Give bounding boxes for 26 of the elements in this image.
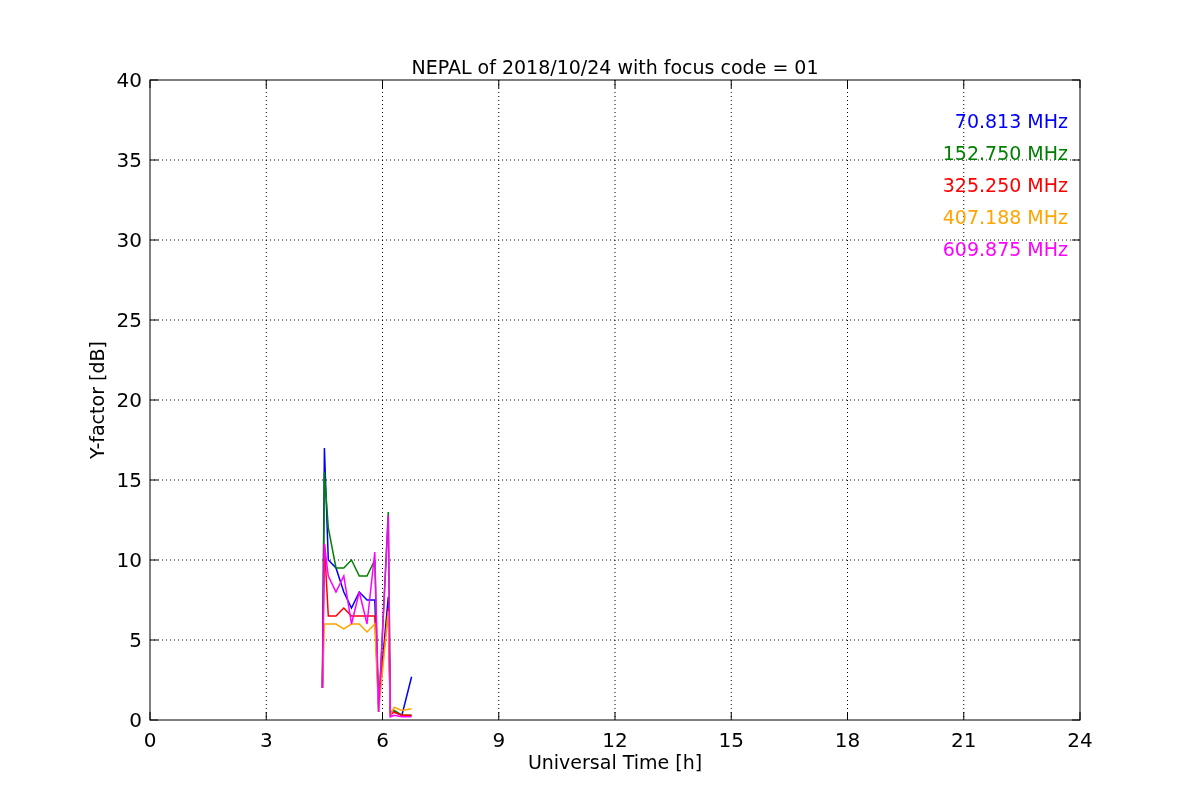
x-tick-label: 3 [259, 728, 273, 752]
y-tick-label: 30 [116, 228, 142, 252]
legend-label: 152.750 MHz [942, 142, 1068, 164]
y-tick-label: 15 [116, 468, 142, 492]
legend-label: 609.875 MHz [942, 238, 1068, 260]
legend-label: 70.813 MHz [954, 110, 1068, 132]
y-tick-label: 40 [116, 68, 142, 92]
x-tick-label: 12 [602, 728, 628, 752]
x-tick-label: 6 [376, 728, 389, 752]
y-tick-label: 0 [129, 708, 142, 732]
y-axis-label: Y-factor [dB] [86, 341, 108, 459]
y-tick-label: 10 [116, 548, 142, 572]
y-tick-label: 35 [116, 148, 142, 172]
y-tick-label: 20 [116, 388, 142, 412]
x-tick-label: 9 [492, 728, 506, 752]
legend-label: 325.250 MHz [942, 174, 1068, 196]
x-tick-label: 21 [951, 728, 977, 752]
x-tick-label: 18 [834, 728, 861, 752]
x-tick-label: 15 [718, 728, 744, 752]
x-tick-label: 24 [1067, 728, 1093, 752]
x-axis-label: Universal Time [h] [527, 751, 703, 773]
x-tick-label: 0 [143, 728, 157, 752]
legend-label: 407.188 MHz [942, 206, 1068, 228]
chart-title: NEPAL of 2018/10/24 with focus code = 01 [411, 56, 819, 78]
y-tick-label: 5 [129, 628, 142, 652]
y-tick-label: 25 [116, 308, 142, 332]
